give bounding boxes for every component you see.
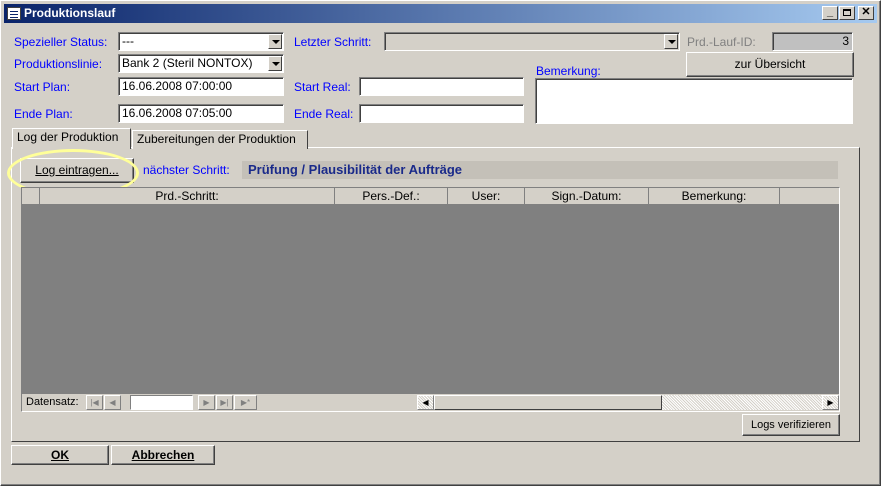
next-step-label: nächster Schritt: bbox=[143, 163, 230, 177]
end-real-field[interactable] bbox=[359, 104, 524, 123]
chevron-down-icon[interactable] bbox=[268, 56, 282, 71]
last-step-combo[interactable] bbox=[384, 32, 680, 51]
remark-label: Bemerkung: bbox=[536, 64, 601, 78]
next-record-icon[interactable]: ▶ bbox=[198, 395, 215, 410]
cancel-button[interactable]: Abbrechen bbox=[111, 445, 215, 465]
chevron-down-icon[interactable] bbox=[664, 34, 678, 49]
scroll-left-icon[interactable]: ◀ bbox=[417, 395, 434, 410]
start-plan-label: Start Plan: bbox=[14, 80, 71, 94]
minimize-button[interactable]: _ bbox=[822, 6, 838, 20]
end-plan-field[interactable]: 16.06.2008 07:05:00 bbox=[118, 104, 284, 123]
start-real-field[interactable] bbox=[359, 77, 524, 96]
record-selector-header bbox=[22, 188, 40, 205]
next-step-value: Prüfung / Plausibilität der Aufträge bbox=[248, 162, 463, 177]
minimize-icon: _ bbox=[826, 6, 834, 18]
remark-field[interactable] bbox=[535, 78, 853, 124]
record-label: Datensatz: bbox=[26, 396, 79, 408]
col-pers-def[interactable]: Pers.-Def.: bbox=[335, 188, 448, 205]
status-label: Spezieller Status: bbox=[14, 35, 108, 49]
tab-zubereitungen[interactable]: Zubereitungen der Produktion bbox=[132, 130, 308, 149]
record-number-input[interactable] bbox=[130, 395, 193, 410]
record-navigator: Datensatz: |◀ ◀ ▶ ▶| ▶* ◀ ▶ bbox=[22, 394, 839, 411]
form-icon bbox=[7, 7, 21, 20]
log-table[interactable]: Prd.-Schritt: Pers.-Def.: User: Sign.-Da… bbox=[21, 187, 840, 412]
tab-log[interactable]: Log der Produktion bbox=[12, 128, 131, 149]
chevron-down-icon[interactable] bbox=[268, 34, 282, 49]
scroll-thumb[interactable] bbox=[434, 395, 662, 410]
window-title: Produktionslauf bbox=[24, 6, 116, 20]
maximize-button[interactable] bbox=[839, 6, 855, 20]
start-plan-field[interactable]: 16.06.2008 07:00:00 bbox=[118, 77, 284, 96]
log-entry-button[interactable]: Log eintragen... bbox=[20, 158, 134, 183]
line-value: Bank 2 (Steril NONTOX) bbox=[122, 56, 253, 70]
status-value: --- bbox=[122, 34, 134, 48]
close-button[interactable]: ✕ bbox=[858, 6, 874, 20]
prev-record-icon[interactable]: ◀ bbox=[104, 395, 121, 410]
overview-button[interactable]: zur Übersicht bbox=[686, 52, 854, 77]
col-bemerkung[interactable]: Bemerkung: bbox=[649, 188, 780, 205]
status-combo[interactable]: --- bbox=[118, 32, 284, 51]
maximize-icon bbox=[843, 9, 851, 16]
col-sign-datum[interactable]: Sign.-Datum: bbox=[525, 188, 649, 205]
scroll-right-icon[interactable]: ▶ bbox=[822, 395, 839, 410]
close-icon: ✕ bbox=[861, 6, 871, 18]
end-real-label: Ende Real: bbox=[294, 107, 354, 121]
end-plan-label: Ende Plan: bbox=[14, 107, 73, 121]
run-id-label: Prd.-Lauf-ID: bbox=[687, 35, 756, 49]
last-step-label: Letzter Schritt: bbox=[294, 35, 372, 49]
col-prd-schritt[interactable]: Prd.-Schritt: bbox=[40, 188, 335, 205]
first-record-icon[interactable]: |◀ bbox=[86, 395, 103, 410]
line-label: Produktionslinie: bbox=[14, 57, 103, 71]
col-user[interactable]: User: bbox=[448, 188, 525, 205]
table-header: Prd.-Schritt: Pers.-Def.: User: Sign.-Da… bbox=[22, 188, 839, 205]
new-record-icon[interactable]: ▶* bbox=[234, 395, 257, 410]
line-combo[interactable]: Bank 2 (Steril NONTOX) bbox=[118, 54, 284, 73]
ok-button[interactable]: OK bbox=[11, 445, 109, 465]
produktionslauf-window: Produktionslauf _ ✕ Spezieller Status: -… bbox=[0, 0, 881, 486]
verify-logs-button[interactable]: Logs verifizieren bbox=[742, 414, 840, 436]
start-real-label: Start Real: bbox=[294, 80, 351, 94]
run-id-field: 3 bbox=[772, 32, 853, 51]
title-bar[interactable]: Produktionslauf _ ✕ bbox=[4, 4, 877, 23]
last-record-icon[interactable]: ▶| bbox=[216, 395, 233, 410]
